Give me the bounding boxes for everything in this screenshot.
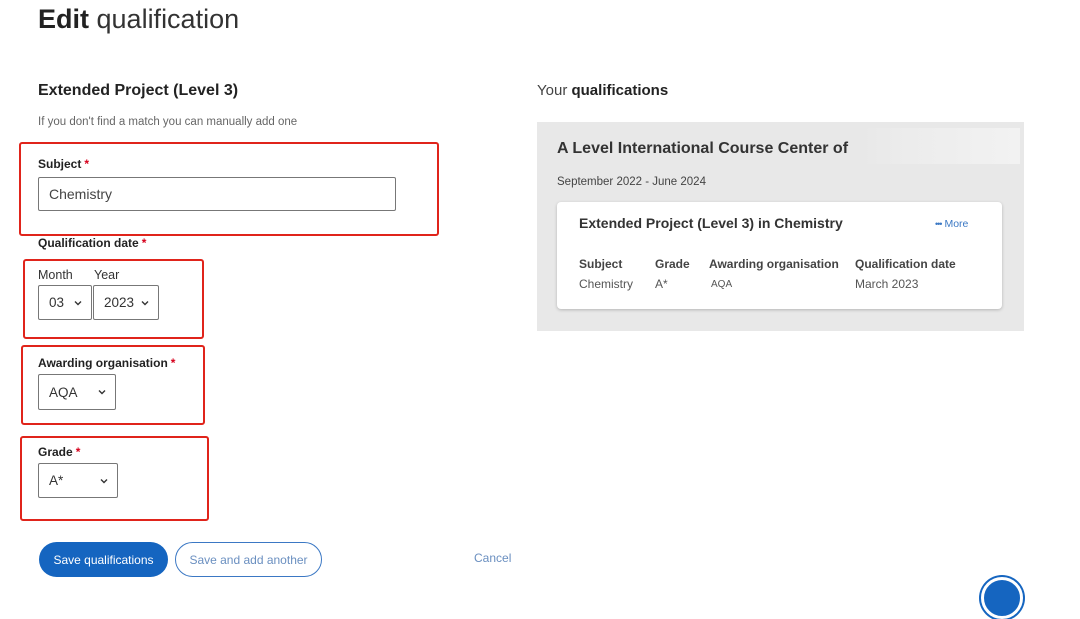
card-awarding-header: Awarding organisation: [709, 257, 839, 271]
awarding-organisation-select[interactable]: AQA: [38, 374, 116, 410]
grade-select[interactable]: A*: [38, 463, 118, 498]
chevron-down-icon: [97, 387, 107, 397]
chevron-down-icon: [99, 476, 109, 486]
institution-name: A Level International Course Center of: [557, 140, 849, 157]
card-grade-value: A*: [655, 277, 668, 291]
year-select[interactable]: 2023: [93, 285, 159, 320]
more-button[interactable]: ••• More: [935, 218, 968, 230]
year-select-value: 2023: [104, 295, 135, 310]
card-grade-header: Grade: [655, 257, 690, 271]
more-dots-icon: •••: [935, 219, 943, 229]
card-subject-header: Subject: [579, 257, 623, 271]
card-subject-value: Chemistry: [579, 277, 634, 291]
your-qualifications-heading: Your qualifications: [537, 82, 669, 99]
chevron-down-icon: [140, 298, 150, 308]
cancel-link[interactable]: Cancel: [474, 551, 511, 565]
card-date-value: March 2023: [855, 277, 919, 291]
card-awarding-value: AQA: [711, 279, 733, 290]
grade-label: Grade *: [38, 445, 81, 459]
study-period: September 2022 - June 2024: [557, 176, 706, 188]
month-select-value: 03: [49, 295, 65, 310]
awarding-organisation-label: Awarding organisation *: [38, 356, 176, 370]
month-select[interactable]: 03: [38, 285, 92, 320]
subject-label: Subject *: [38, 157, 90, 171]
help-icon[interactable]: [981, 577, 1023, 619]
institution-name-fade: [860, 128, 1020, 164]
form-hint: If you don't find a match you can manual…: [38, 116, 298, 128]
save-and-add-another-button[interactable]: Save and add another: [175, 542, 322, 577]
subject-input[interactable]: [38, 177, 396, 211]
qualification-date-label: Qualification date *: [38, 236, 147, 250]
chevron-down-icon: [73, 298, 83, 308]
save-qualifications-button[interactable]: Save qualifications: [39, 542, 168, 577]
grade-select-value: A*: [49, 473, 64, 488]
month-label: Month: [38, 268, 73, 282]
page-title: Edit qualification: [38, 4, 240, 34]
card-date-header: Qualification date: [855, 257, 956, 271]
year-label: Year: [94, 268, 120, 282]
awarding-organisation-value: AQA: [49, 384, 78, 400]
form-section-title: Extended Project (Level 3): [38, 82, 239, 99]
qualification-card-title: Extended Project (Level 3) in Chemistry: [579, 215, 843, 231]
